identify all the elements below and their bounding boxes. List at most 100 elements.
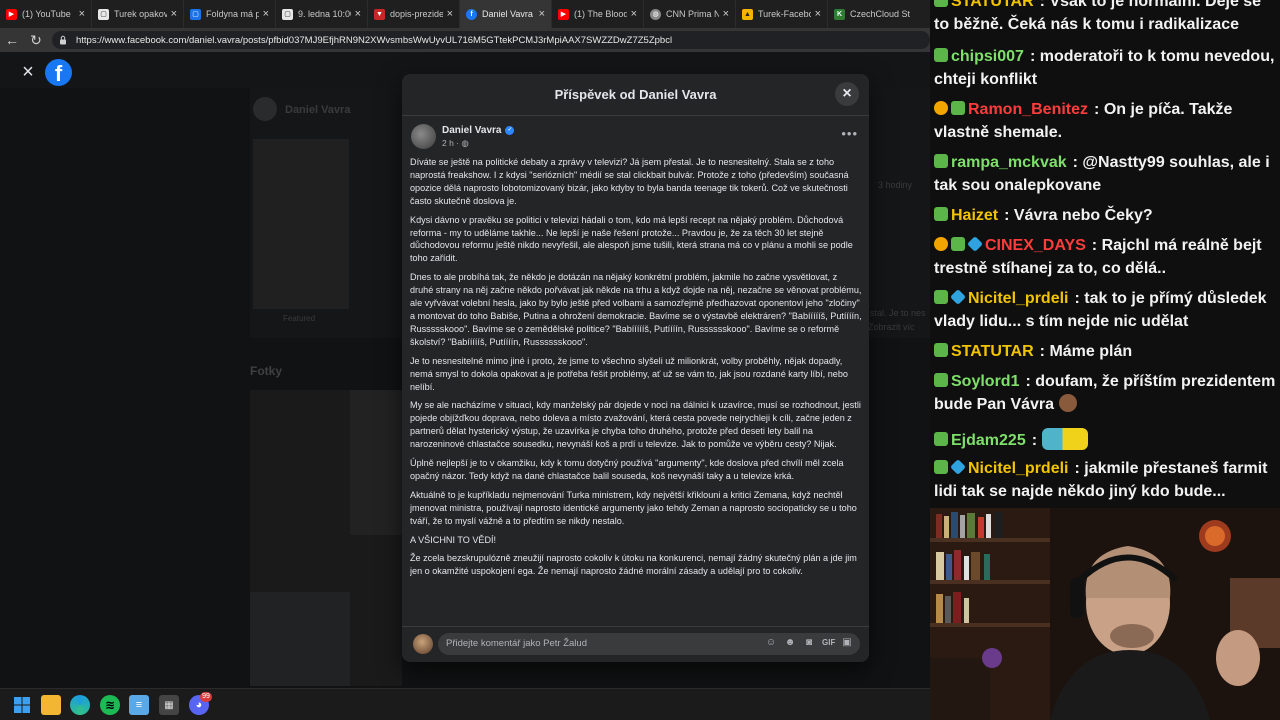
lock-icon	[60, 35, 66, 45]
chat-username[interactable]: Ejdam225	[951, 432, 1026, 449]
edge-icon[interactable]	[70, 695, 90, 715]
verified-badge-icon: ✓	[505, 125, 515, 135]
tab-title: CNN Prima New	[666, 9, 719, 19]
chat-username[interactable]: Ramon_Benitez	[968, 101, 1088, 118]
post-paragraph: Úplně nejlepší je to v okamžiku, kdy k t…	[410, 458, 844, 481]
hidden-snippet: stal. Je to nes	[870, 308, 926, 318]
gif-icon[interactable]: GIF	[822, 637, 835, 649]
post-paragraph: Aktuálně to je kupříkladu nejmenování Tu…	[410, 489, 857, 526]
url-field[interactable]: https://www.facebook.com/daniel.vavra/po…	[52, 31, 930, 49]
chat-colon: :	[1004, 207, 1014, 224]
diamond-badge-icon	[950, 289, 966, 305]
tab-title: Turek-Faceboo	[758, 9, 811, 19]
profile-name: Daniel Vavra	[285, 104, 351, 116]
show-more-link[interactable]: Zobrazit víc	[868, 322, 915, 332]
stream-chat: STATUTAR: Však to je normální. Děje se t…	[930, 0, 1280, 508]
diamond-badge-icon	[950, 459, 966, 475]
close-tab-icon[interactable]: ×	[539, 8, 545, 20]
tab-title: Turek opakova	[114, 9, 167, 19]
comment-input[interactable]: Přidejte komentář jako Petr Žalud	[438, 633, 860, 655]
close-tab-icon[interactable]: ×	[631, 8, 637, 20]
page-icon: K	[834, 8, 845, 20]
post-time-text[interactable]: 2 h ·	[442, 138, 459, 148]
post-paragraph: Kdysi dávno v pravěku se politici v tele…	[410, 214, 853, 264]
chat-username[interactable]: chipsi007	[951, 48, 1024, 65]
calculator-icon[interactable]: ▦	[159, 695, 179, 715]
tab-blood[interactable]: ▶ (1) The Blood o ×	[552, 0, 644, 28]
chat-message: chipsi007: moderatoři to k tomu nevedou,…	[934, 46, 1278, 91]
post-paragraph: Dnes to ale probíhá tak, že někdo je dot…	[410, 272, 862, 347]
subscriber-badge-icon	[951, 101, 965, 115]
drive-icon: ▲	[742, 8, 753, 20]
author-avatar[interactable]	[411, 124, 436, 149]
windows-start-icon[interactable]	[12, 695, 32, 715]
tab-9-ledna[interactable]: ▢ 9. ledna 10:00 ×	[276, 0, 368, 28]
tab-turek[interactable]: ▢ Turek opakova ×	[92, 0, 184, 28]
tab-youtube[interactable]: ▶ (1) YouTube ×	[0, 0, 92, 28]
post-paragraph: Že zcela bezskrupulózně zneužijí naprost…	[410, 553, 857, 577]
emote-icon	[1058, 393, 1077, 412]
chat-message: Nicitel_prdeli: jakmile přestaneš farmit…	[934, 458, 1278, 503]
tab-strip: ▶ (1) YouTube × ▢ Turek opakova × ▢ Foldyna m…	[0, 0, 930, 28]
chat-username[interactable]: CINEX_DAYS	[985, 237, 1086, 254]
close-tab-icon[interactable]: ×	[815, 8, 821, 20]
emoji-icon[interactable]: ☻	[784, 637, 796, 649]
chat-username[interactable]: Haizet	[951, 207, 998, 224]
close-tab-icon[interactable]: ×	[263, 8, 269, 20]
close-tab-icon[interactable]: ×	[355, 8, 361, 20]
tab-dopis[interactable]: ▼ dopis-preziden ×	[368, 0, 460, 28]
chat-message: rampa_mckvak: @Nastty99 souhlas, ale i t…	[934, 152, 1278, 197]
spotify-icon[interactable]: ≋	[100, 695, 120, 715]
close-tab-icon[interactable]: ×	[723, 8, 729, 20]
taskbar: ≋ ≡ ▦ ◕ 99	[0, 688, 930, 720]
tab-title: CzechCloud St	[850, 9, 911, 19]
tab-foldyna[interactable]: ▢ Foldyna má pro ×	[184, 0, 276, 28]
chat-username[interactable]: Soylord1	[951, 373, 1019, 390]
tab-daniel-vavra[interactable]: f Daniel Vavra - D ×	[460, 0, 552, 28]
tab-cnn[interactable]: ◍ CNN Prima New ×	[644, 0, 736, 28]
author-name[interactable]: Daniel Vavra	[442, 125, 501, 136]
youtube-icon: ▶	[6, 8, 17, 20]
close-tab-icon[interactable]: ×	[79, 8, 85, 20]
chat-username[interactable]: Nicitel_prdeli	[968, 290, 1068, 307]
tab-czechcloud[interactable]: K CzechCloud St	[828, 0, 930, 28]
chat-message: Haizet: Vávra nebo Čeky?	[934, 205, 1278, 228]
post-time[interactable]: 2 h · ◍	[442, 138, 469, 149]
address-bar: ← ↻ https://www.facebook.com/daniel.vavr…	[0, 28, 930, 52]
photo-thumb[interactable]	[250, 592, 350, 686]
notepad-icon[interactable]: ≡	[129, 695, 149, 715]
chat-colon: :	[1074, 290, 1085, 307]
webcam-scene	[930, 508, 1280, 720]
chat-username[interactable]: Nicitel_prdeli	[968, 460, 1068, 477]
camera-icon[interactable]: ◙	[803, 637, 815, 649]
post-body: Díváte se ještě na politické debaty a zp…	[410, 156, 862, 622]
chat-message: CINEX_DAYS: Rajchl má reálně bejt trestn…	[934, 235, 1278, 280]
modal-close-button[interactable]: ×	[835, 82, 859, 106]
close-tab-icon[interactable]: ×	[171, 8, 177, 20]
photo-thumb[interactable]	[350, 390, 402, 535]
chat-colon: :	[1025, 373, 1036, 390]
bits-badge-icon	[934, 237, 948, 251]
chat-username[interactable]: STATUTAR	[951, 0, 1034, 10]
subscriber-badge-icon	[934, 48, 948, 62]
post-author[interactable]: Daniel Vavra ✓	[442, 125, 515, 136]
modal-title: Příspěvek od Daniel Vavra	[554, 87, 717, 102]
more-options-icon[interactable]: •••	[841, 126, 858, 141]
back-button[interactable]: ←	[0, 28, 24, 52]
chat-colon: :	[1072, 154, 1083, 171]
chat-username[interactable]: rampa_mckvak	[951, 154, 1067, 171]
close-tab-icon[interactable]: ×	[447, 8, 453, 20]
file-explorer-icon[interactable]	[41, 695, 61, 715]
subscriber-badge-icon	[934, 373, 948, 387]
close-viewer-icon[interactable]: ×	[18, 62, 38, 82]
featured-thumbnail[interactable]	[253, 139, 349, 309]
avatar-sticker-icon[interactable]: ☺	[765, 637, 777, 649]
chat-text: Vávra nebo Čeky?	[1013, 207, 1153, 224]
post-paragraph: Díváte se ještě na politické debaty a zp…	[410, 157, 849, 206]
reload-button[interactable]: ↻	[24, 28, 48, 52]
chat-message: STATUTAR: Však to je normální. Děje se t…	[934, 0, 1278, 36]
facebook-logo-icon[interactable]: f	[45, 59, 72, 86]
chat-username[interactable]: STATUTAR	[951, 343, 1034, 360]
tab-turek-facebook[interactable]: ▲ Turek-Faceboo ×	[736, 0, 828, 28]
sticker-icon[interactable]: ▣	[841, 637, 853, 649]
